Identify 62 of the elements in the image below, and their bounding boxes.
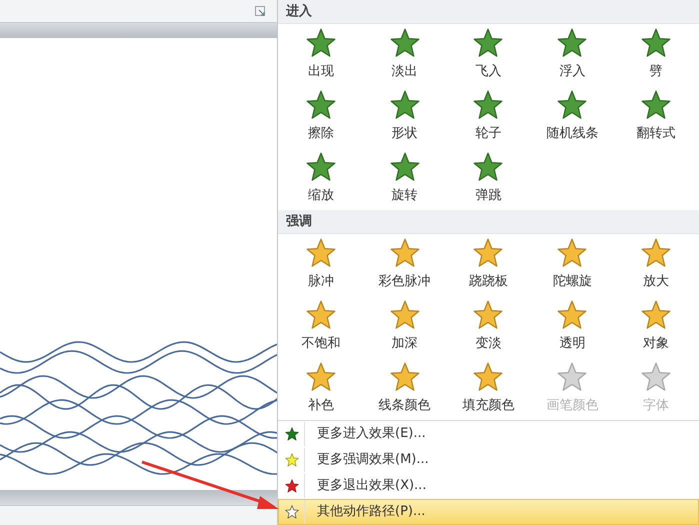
effect-option[interactable]: 擦除 bbox=[279, 86, 363, 148]
star-icon bbox=[390, 152, 420, 182]
star-icon bbox=[473, 362, 504, 392]
effect-option[interactable]: 淡出 bbox=[362, 24, 447, 86]
effect-option[interactable]: 填充颜色 bbox=[446, 358, 530, 420]
effect-option[interactable]: 浮入 bbox=[530, 24, 614, 86]
section-header: 强调 bbox=[286, 212, 312, 231]
effect-option[interactable]: 透明 bbox=[530, 296, 614, 358]
effect-option[interactable]: 缩放 bbox=[279, 148, 363, 210]
star-icon bbox=[284, 427, 298, 441]
star-icon bbox=[306, 152, 336, 182]
section-header: 进入 bbox=[286, 2, 312, 21]
star-icon bbox=[473, 28, 504, 58]
effect-option[interactable]: 放大 bbox=[614, 234, 698, 296]
star-icon bbox=[641, 28, 672, 58]
star-icon bbox=[641, 90, 672, 120]
effect-option[interactable]: 脉冲 bbox=[279, 234, 363, 296]
effect-option[interactable]: 形状 bbox=[362, 86, 447, 148]
dialog-launcher-icon[interactable] bbox=[255, 6, 265, 16]
star-icon bbox=[306, 90, 336, 120]
effect-option[interactable]: 出现 bbox=[279, 24, 363, 86]
effect-option[interactable]: 彩色脉冲 bbox=[362, 234, 447, 296]
star-icon bbox=[390, 28, 420, 58]
menu-item[interactable]: 其他动作路径(P)... bbox=[278, 499, 699, 525]
star-icon bbox=[390, 90, 420, 120]
effect-option[interactable]: 加深 bbox=[362, 296, 447, 358]
star-icon bbox=[390, 300, 420, 330]
effect-option[interactable]: 陀螺旋 bbox=[530, 234, 614, 296]
star-icon bbox=[390, 238, 420, 268]
effect-option[interactable]: 对象 bbox=[614, 296, 698, 358]
star-icon bbox=[284, 479, 298, 493]
star-icon bbox=[473, 90, 504, 120]
effect-option[interactable]: 弹跳 bbox=[446, 148, 530, 210]
effect-option[interactable]: 翻转式 bbox=[614, 86, 698, 148]
effect-option[interactable]: 线条颜色 bbox=[362, 358, 447, 420]
star-icon bbox=[557, 28, 588, 58]
star-icon bbox=[557, 238, 588, 268]
effect-option[interactable]: 旋转 bbox=[362, 148, 447, 210]
star-icon bbox=[557, 300, 588, 330]
star-icon bbox=[306, 238, 336, 268]
effect-option[interactable]: 补色 bbox=[279, 358, 363, 420]
effect-option[interactable]: 不饱和 bbox=[279, 296, 363, 358]
effect-option[interactable]: 跷跷板 bbox=[446, 234, 530, 296]
star-icon bbox=[390, 362, 420, 392]
effect-option[interactable]: 飞入 bbox=[446, 24, 530, 86]
star-icon bbox=[557, 362, 588, 392]
effect-option[interactable]: 劈 bbox=[614, 24, 698, 86]
effect-option[interactable]: 变淡 bbox=[446, 296, 530, 358]
star-icon bbox=[641, 362, 672, 392]
star-icon bbox=[306, 362, 336, 392]
star-icon bbox=[306, 28, 336, 58]
star-icon bbox=[641, 300, 672, 330]
star-icon bbox=[473, 152, 504, 182]
star-icon bbox=[473, 300, 504, 330]
effect-option[interactable]: 随机线条 bbox=[530, 86, 614, 148]
star-icon bbox=[306, 300, 336, 330]
effect-option[interactable]: 轮子 bbox=[446, 86, 530, 148]
star-icon bbox=[557, 90, 588, 120]
star-icon bbox=[284, 453, 298, 467]
star-icon bbox=[641, 238, 672, 268]
star-icon bbox=[284, 505, 298, 519]
star-icon bbox=[473, 238, 504, 268]
